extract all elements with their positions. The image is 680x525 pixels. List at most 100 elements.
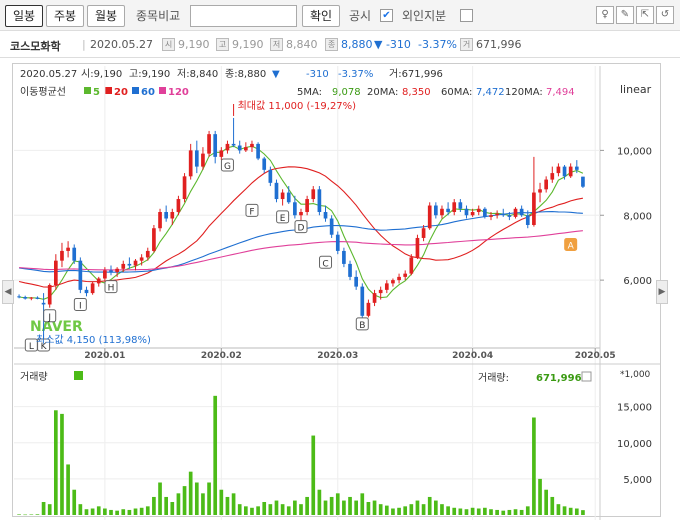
candle-body bbox=[115, 268, 119, 273]
signal-marker-label-I: I bbox=[79, 301, 82, 311]
candle-body bbox=[354, 276, 358, 287]
candle-body bbox=[434, 205, 438, 216]
candle-body bbox=[262, 158, 267, 170]
volume-bar bbox=[397, 507, 401, 515]
candle-body bbox=[127, 263, 132, 266]
candle-body bbox=[409, 257, 414, 274]
volume-bar bbox=[244, 506, 248, 515]
candle-body bbox=[286, 192, 291, 203]
volume-bar bbox=[176, 493, 181, 515]
x-tick-label: 2020.04 bbox=[452, 351, 493, 361]
volume-tick-label: 10,000 bbox=[617, 439, 652, 450]
volume-bar bbox=[201, 493, 205, 515]
candle-body bbox=[317, 189, 322, 213]
volume-bar bbox=[188, 471, 193, 515]
candle-body bbox=[274, 182, 279, 200]
ma-legend-label-120: 120 bbox=[168, 87, 189, 98]
stock-chart: 2020.05.27 시:9,190 고:9,190 저:8,840 종:8,8… bbox=[14, 66, 660, 520]
volume-bar bbox=[538, 478, 542, 515]
candle-body bbox=[489, 215, 493, 217]
price-ticks: 6,000 8,000 10,000 bbox=[600, 146, 652, 287]
candle-body bbox=[225, 143, 230, 151]
volume-bar bbox=[170, 502, 175, 515]
ma-value-label-2: 60MA: bbox=[441, 87, 472, 98]
candle-body bbox=[556, 166, 561, 174]
candle-body bbox=[550, 173, 555, 180]
candle-body bbox=[391, 280, 395, 284]
volume-bar bbox=[556, 504, 561, 515]
header-close: 종:8,880 bbox=[225, 68, 266, 80]
volume-legend-swatch bbox=[74, 371, 83, 380]
candle-body bbox=[23, 296, 28, 299]
x-tick-label: 2020.05 bbox=[575, 351, 616, 361]
candle-body bbox=[348, 263, 352, 277]
candle-body bbox=[41, 302, 46, 305]
volume-bar bbox=[84, 509, 89, 515]
ma-legend-label-5: 5 bbox=[93, 87, 100, 98]
volume-bar bbox=[103, 508, 107, 515]
candle-body bbox=[335, 234, 340, 251]
candle-body bbox=[329, 218, 334, 235]
volume-bar bbox=[78, 504, 83, 515]
volume-bar bbox=[127, 509, 132, 515]
volume-bar bbox=[391, 508, 395, 515]
volume-bar bbox=[470, 507, 475, 515]
volume-bar bbox=[66, 464, 70, 515]
candle-body bbox=[421, 228, 426, 238]
candle-body bbox=[280, 192, 285, 200]
candle-body bbox=[164, 212, 168, 219]
candle-body bbox=[268, 169, 273, 183]
volume-bar bbox=[446, 506, 450, 515]
candle-body bbox=[170, 212, 175, 219]
volume-bar bbox=[96, 506, 101, 515]
volume-bar bbox=[35, 514, 40, 515]
volume-bar bbox=[29, 514, 34, 515]
volume-ticks: 5,000 10,000 15,000 bbox=[617, 403, 652, 486]
volume-bar bbox=[60, 413, 64, 515]
x-tick-label: 2020.01 bbox=[84, 351, 125, 361]
candle-body bbox=[72, 247, 77, 261]
ma-legend-title: 이동평균선 bbox=[20, 86, 66, 98]
candle-body bbox=[476, 208, 481, 213]
candle-body bbox=[182, 176, 187, 200]
volume-bar bbox=[47, 504, 52, 515]
candle-body bbox=[568, 166, 573, 177]
candle-body bbox=[103, 270, 107, 279]
header-arrow: ▼ bbox=[272, 69, 280, 80]
volume-bar bbox=[262, 502, 267, 515]
header-volume: 거:671,996 bbox=[389, 68, 443, 80]
volume-bar bbox=[427, 496, 432, 515]
candle-body bbox=[299, 212, 303, 216]
ma-value-0: 9,078 bbox=[332, 87, 361, 98]
volume-bar bbox=[250, 507, 254, 515]
volume-bar bbox=[213, 395, 218, 515]
candle-body bbox=[109, 270, 113, 273]
candle-body bbox=[397, 276, 401, 281]
volume-close-icon[interactable] bbox=[581, 371, 592, 382]
candle-body bbox=[145, 250, 150, 258]
volume-bar bbox=[280, 504, 285, 515]
volume-bar bbox=[323, 500, 328, 515]
volume-bar bbox=[568, 507, 573, 515]
volume-bar bbox=[403, 506, 408, 515]
signal-marker-label-D: D bbox=[298, 224, 305, 234]
signal-marker-label-F: F bbox=[249, 207, 254, 217]
candle-body bbox=[29, 297, 34, 299]
candle-body bbox=[470, 212, 475, 216]
ma-legend-label-20: 20 bbox=[114, 87, 128, 98]
x-tick-label: 2020.03 bbox=[317, 351, 358, 361]
volume-bar bbox=[293, 500, 297, 515]
volume-bar bbox=[434, 500, 438, 515]
volume-bar bbox=[54, 410, 58, 515]
volume-bar bbox=[562, 506, 567, 515]
volume-bar bbox=[360, 493, 365, 515]
volume-bar bbox=[207, 482, 211, 515]
candle-body bbox=[207, 134, 211, 154]
volume-bar bbox=[256, 506, 260, 515]
volume-bar bbox=[476, 508, 481, 515]
scale-mode-label[interactable]: linear bbox=[620, 83, 652, 96]
min-annotation: 최소값 4,150 (113,98%) bbox=[36, 334, 151, 346]
candle-body bbox=[219, 150, 224, 157]
volume-bar bbox=[72, 489, 77, 515]
volume-title: 거래량 bbox=[20, 371, 48, 383]
